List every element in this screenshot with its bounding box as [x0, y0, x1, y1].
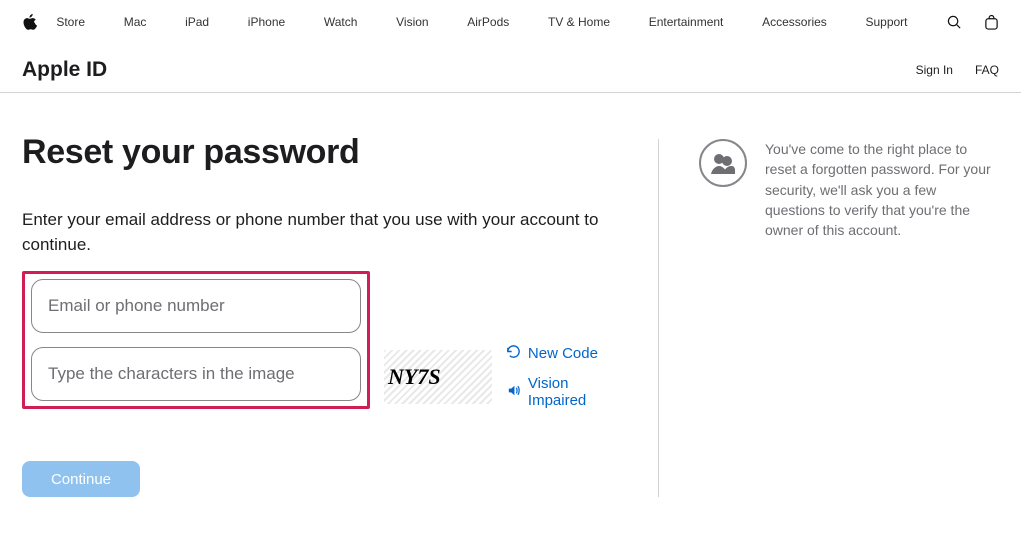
main: Reset your password Enter your email add… [0, 93, 1021, 537]
faq-link[interactable]: FAQ [975, 63, 999, 77]
users-icon [699, 139, 747, 187]
help-text: You've come to the right place to reset … [765, 139, 999, 497]
global-nav: Store Mac iPad iPhone Watch Vision AirPo… [0, 0, 1021, 44]
left-column: Reset your password Enter your email add… [22, 133, 618, 497]
subheader-right: Sign In FAQ [916, 63, 999, 77]
vision-impaired-label: Vision Impaired [528, 375, 618, 409]
bag-icon[interactable] [984, 15, 999, 30]
nav-ipad[interactable]: iPad [185, 15, 209, 29]
page-title: Reset your password [22, 133, 618, 172]
new-code-link[interactable]: New Code [506, 344, 618, 363]
new-code-label: New Code [528, 345, 598, 362]
nav-accessories[interactable]: Accessories [762, 15, 827, 29]
right-column: You've come to the right place to reset … [699, 133, 999, 497]
column-divider [658, 139, 659, 497]
nav-support[interactable]: Support [865, 15, 907, 29]
vision-impaired-link[interactable]: Vision Impaired [506, 375, 618, 409]
appid-title: Apple ID [22, 58, 107, 82]
form-row: NY7S New Code Vision Impaired [22, 271, 618, 409]
nav-store[interactable]: Store [56, 15, 85, 29]
nav-entertainment[interactable]: Entertainment [649, 15, 724, 29]
captcha-links: New Code Vision Impaired [506, 344, 618, 409]
sub-header: Apple ID Sign In FAQ [0, 44, 1021, 93]
captcha-row: NY7S New Code Vision Impaired [384, 344, 618, 409]
search-icon[interactable] [947, 15, 962, 30]
refresh-icon [506, 344, 521, 363]
continue-button[interactable]: Continue [22, 461, 140, 497]
nav-airpods[interactable]: AirPods [467, 15, 509, 29]
captcha-image: NY7S [384, 350, 492, 404]
apple-logo-icon[interactable] [22, 15, 37, 30]
signin-link[interactable]: Sign In [916, 63, 953, 77]
instruction-text: Enter your email address or phone number… [22, 208, 618, 257]
captcha-field[interactable] [31, 347, 361, 401]
email-field[interactable] [31, 279, 361, 333]
nav-vision[interactable]: Vision [396, 15, 428, 29]
nav-mac[interactable]: Mac [124, 15, 147, 29]
highlight-box [22, 271, 370, 409]
nav-links: Store Mac iPad iPhone Watch Vision AirPo… [37, 15, 927, 29]
audio-icon [506, 383, 521, 402]
nav-watch[interactable]: Watch [324, 15, 358, 29]
nav-iphone[interactable]: iPhone [248, 15, 285, 29]
nav-tvhome[interactable]: TV & Home [548, 15, 610, 29]
